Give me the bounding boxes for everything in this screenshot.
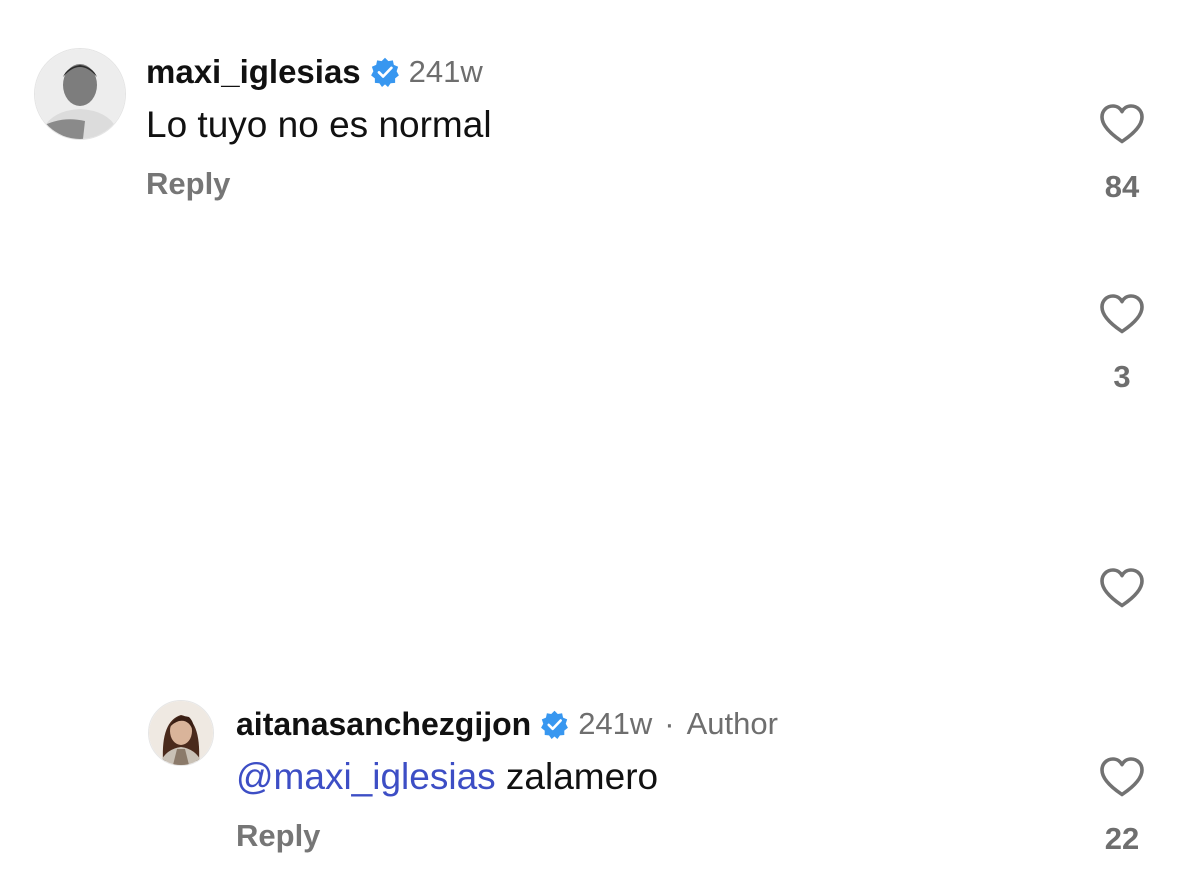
comment-header: aitanasanchezgijon 241w · Author [236, 704, 778, 744]
username[interactable]: maxi_iglesias [146, 53, 361, 91]
mention-link[interactable]: @maxi_iglesias [236, 756, 496, 797]
heart-outline-icon [1100, 294, 1144, 334]
heart-outline-icon [1100, 104, 1144, 144]
like-count: 22 [1104, 821, 1140, 856]
like-button[interactable] [1099, 756, 1145, 798]
like-button[interactable] [1099, 293, 1145, 335]
comment-body: zalamero [495, 756, 659, 797]
like-button[interactable] [1099, 103, 1145, 145]
author-badge: Author [686, 706, 778, 741]
username[interactable]: aitanasanchezgijon [236, 706, 531, 743]
comment-text: @maxi_iglesias zalamero [236, 756, 658, 798]
avatar[interactable] [34, 48, 126, 140]
heart-outline-icon [1100, 568, 1144, 608]
comments-thread: maxi_iglesias 241w Lo tuyo no es normal … [0, 0, 1200, 892]
reply-button[interactable]: Reply [146, 166, 230, 202]
like-button[interactable] [1099, 567, 1145, 609]
comment-text: Lo tuyo no es normal [146, 104, 492, 145]
like-count: 84 [1104, 169, 1140, 204]
comment-time: 241w [408, 54, 483, 89]
comment-time: 241w [578, 706, 653, 741]
heart-outline-icon [1100, 757, 1144, 797]
avatar[interactable] [148, 700, 214, 766]
verified-badge-icon [540, 710, 569, 739]
verified-badge-icon [370, 57, 400, 87]
like-count: 3 [1113, 359, 1131, 394]
reply-button[interactable]: Reply [236, 818, 320, 854]
separator-dot: · [664, 706, 675, 741]
comment-header: maxi_iglesias 241w [146, 52, 483, 92]
